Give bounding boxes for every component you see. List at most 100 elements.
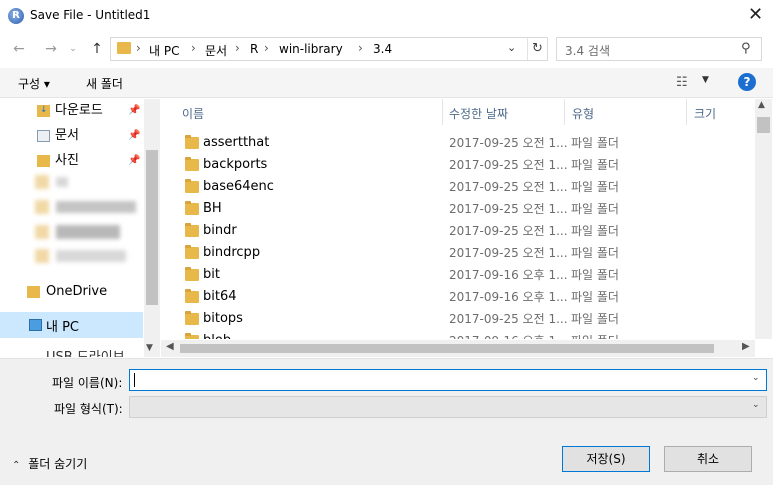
save-button[interactable]: 저장(S) (562, 446, 650, 472)
new-folder-button[interactable]: 새 폴더 (86, 75, 123, 92)
chevron-right-icon: › (235, 41, 240, 55)
table-row[interactable]: bindr 2017-09-25 오전 1... 파일 폴더 (161, 220, 754, 242)
table-row[interactable]: assertthat 2017-09-25 오전 1... 파일 폴더 (161, 132, 754, 154)
file-type: 파일 폴더 (571, 224, 619, 238)
pin-icon[interactable]: 📌 (128, 125, 140, 147)
file-date: 2017-09-16 오후 1... (449, 268, 568, 282)
folder-icon (185, 157, 199, 171)
vertical-scrollbar-thumb[interactable] (757, 117, 770, 133)
search-icon: ⚲ (741, 41, 751, 56)
chevron-right-icon: › (136, 41, 141, 55)
column-divider[interactable] (564, 99, 565, 125)
search-input[interactable]: 3.4 검색 ⚲ (556, 37, 762, 61)
hide-folders-label: 폴더 숨기기 (28, 457, 88, 471)
document-icon (37, 130, 50, 142)
toolbar: 구성 ▾ 새 폴더 ☷ ▼ ? (0, 68, 773, 98)
scroll-down-icon[interactable]: ▼ (146, 343, 153, 353)
back-arrow-icon[interactable]: ← (8, 38, 30, 60)
file-type: 파일 폴더 (571, 290, 619, 304)
file-type: 파일 폴더 (571, 136, 619, 150)
chevron-down-icon[interactable]: ⌄ (752, 373, 760, 383)
file-date: 2017-09-25 오전 1... (449, 158, 568, 172)
hide-folders-button[interactable]: ⌃ 폴더 숨기기 (12, 455, 87, 472)
address-bar[interactable]: › 내 PC › 문서 › R › win-library › 3.4 ⌄ ↻ (110, 37, 548, 61)
column-header-type[interactable]: 유형 (572, 105, 594, 122)
chevron-right-icon: › (358, 41, 363, 55)
file-name: backports (203, 157, 268, 172)
breadcrumb-r[interactable]: R (250, 42, 258, 56)
chevron-down-icon[interactable]: ⌄ (752, 400, 760, 410)
column-header-size[interactable]: 크기 (694, 105, 716, 122)
filename-input[interactable]: ⌄ (129, 369, 767, 391)
table-row[interactable]: bit64 2017-09-16 오후 1... 파일 폴더 (161, 286, 754, 308)
nav-item-documents[interactable]: 문서 📌 (0, 125, 143, 147)
nav-item-usb[interactable]: USB 드라이브 (F:) (0, 346, 143, 357)
blurred-nav-item (56, 225, 120, 239)
nav-item-pictures[interactable]: 사진 📌 (0, 150, 143, 172)
folder-icon (185, 223, 199, 237)
nav-item-onedrive[interactable]: OneDrive (0, 281, 143, 303)
chevron-down-icon[interactable]: ⌄ (507, 41, 516, 54)
file-type: 파일 폴더 (571, 246, 619, 260)
file-type: 파일 폴더 (571, 312, 619, 326)
scroll-left-icon[interactable]: ◀ (166, 341, 174, 352)
filetype-label: 파일 형식(T): (54, 402, 123, 416)
file-name: base64enc (203, 179, 274, 194)
column-header-date[interactable]: 수정한 날짜 (449, 105, 508, 122)
file-date: 2017-09-25 오전 1... (449, 246, 568, 260)
filetype-select[interactable]: ⌄ (129, 396, 767, 418)
blurred-nav-item (56, 201, 136, 213)
column-header-name[interactable]: 이름 (182, 105, 204, 122)
nav-item-label: 사진 (55, 153, 79, 168)
cancel-button[interactable]: 취소 (664, 446, 752, 472)
forward-arrow-icon[interactable]: → (40, 38, 62, 60)
recent-dropdown-icon[interactable]: ⌄ (62, 38, 84, 60)
nav-item-this-pc[interactable]: 내 PC (0, 312, 143, 338)
file-type: 파일 폴더 (571, 180, 619, 194)
breadcrumb-win-library[interactable]: win-library (279, 42, 343, 56)
up-arrow-icon[interactable]: ↑ (86, 38, 108, 60)
chevron-right-icon: › (264, 41, 269, 55)
file-date: 2017-09-25 오전 1... (449, 224, 568, 238)
view-dropdown-icon[interactable]: ▼ (702, 75, 709, 85)
breadcrumb-documents[interactable]: 문서 (205, 42, 227, 59)
file-list-vertical-scrollbar[interactable] (755, 99, 772, 339)
file-name: bitops (203, 311, 243, 326)
column-divider[interactable] (686, 99, 687, 125)
table-row[interactable]: blob 2017-09-16 오후 1...파일 폴더 (161, 330, 754, 339)
nav-item-label: 문서 (55, 128, 79, 143)
folder-icon (117, 42, 131, 54)
pin-icon[interactable]: 📌 (128, 150, 140, 172)
text-caret (134, 373, 135, 387)
folder-icon (185, 311, 199, 325)
view-options-icon[interactable]: ☷ (676, 75, 688, 90)
table-row[interactable]: BH 2017-09-25 오전 1... 파일 폴더 (161, 198, 754, 220)
table-row[interactable]: bindrcpp 2017-09-25 오전 1... 파일 폴더 (161, 242, 754, 264)
close-button[interactable]: ✕ (738, 0, 773, 32)
column-divider[interactable] (442, 99, 443, 125)
folder-icon (185, 135, 199, 149)
file-name: bit64 (203, 289, 237, 304)
table-row[interactable]: base64enc 2017-09-25 오전 1... 파일 폴더 (161, 176, 754, 198)
table-row[interactable]: bit 2017-09-16 오후 1... 파일 폴더 (161, 264, 754, 286)
scroll-up-icon[interactable]: ▲ (758, 100, 765, 110)
file-date: 2017-09-25 오전 1... (449, 136, 568, 150)
help-icon[interactable]: ? (738, 73, 756, 91)
scroll-right-icon[interactable]: ▶ (742, 341, 750, 352)
nav-item-label: 내 PC (46, 320, 80, 335)
nav-scrollbar-thumb[interactable] (146, 150, 158, 305)
breadcrumb-3-4[interactable]: 3.4 (373, 42, 392, 56)
breadcrumb-this-pc[interactable]: 내 PC (149, 42, 179, 59)
search-placeholder: 3.4 검색 (565, 44, 610, 58)
table-row[interactable]: bitops 2017-09-25 오전 1... 파일 폴더 (161, 308, 754, 330)
blurred-nav-item (35, 200, 49, 214)
file-type: 파일 폴더 (571, 330, 619, 339)
file-list: ^ 이름 수정한 날짜 유형 크기 assertthat 2017-09-25 오… (161, 99, 754, 339)
organize-button[interactable]: 구성 ▾ (18, 75, 50, 92)
table-row[interactable]: backports 2017-09-25 오전 1... 파일 폴더 (161, 154, 754, 176)
horizontal-scrollbar-thumb[interactable] (180, 344, 714, 353)
nav-item-downloads[interactable]: ↓ 다운로드 📌 (0, 100, 143, 122)
refresh-icon[interactable]: ↻ (527, 38, 547, 60)
title-bar: R Save File - Untitled1 ✕ (0, 0, 773, 32)
pin-icon[interactable]: 📌 (128, 100, 140, 122)
